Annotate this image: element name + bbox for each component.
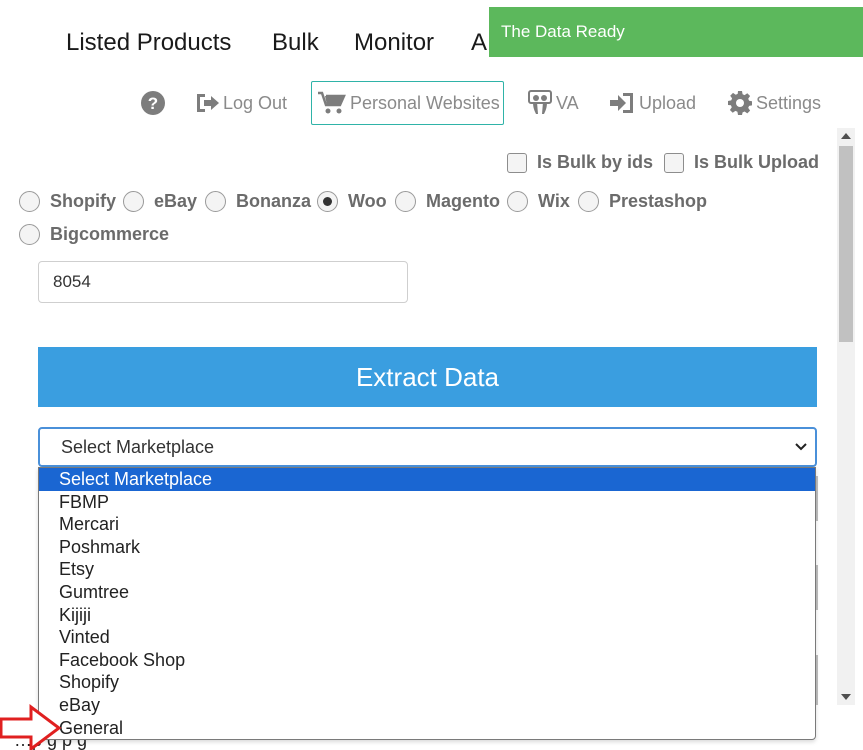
radio-label: Bonanza xyxy=(236,191,312,211)
bulk-upload-label: Is Bulk Upload xyxy=(694,152,820,172)
radio-label: Wix xyxy=(538,191,570,211)
dropdown-option-facebook-shop[interactable]: Facebook Shop xyxy=(39,649,815,672)
dropdown-option-fbmp[interactable]: FBMP xyxy=(39,491,815,514)
personal-websites-button[interactable]: Personal Websites xyxy=(318,90,500,116)
sign-in-icon xyxy=(610,93,633,113)
radio-magento[interactable]: Magento xyxy=(395,191,500,212)
dropdown-option-select-marketplace[interactable]: Select Marketplace xyxy=(39,468,815,491)
scroll-up-icon[interactable] xyxy=(841,133,851,139)
dropdown-option-shopify[interactable]: Shopify xyxy=(39,671,815,694)
behind-divider xyxy=(816,655,818,705)
radio-button[interactable] xyxy=(123,191,144,212)
scroll-down-icon[interactable] xyxy=(841,694,851,700)
bulk-by-ids-label: Is Bulk by ids xyxy=(537,152,654,172)
radio-button[interactable] xyxy=(578,191,599,212)
dropdown-option-kijiji[interactable]: Kijiji xyxy=(39,604,815,627)
radio-button[interactable] xyxy=(19,191,40,212)
radio-bigcommerce[interactable]: Bigcommerce xyxy=(19,224,169,245)
slideshare-icon xyxy=(528,90,552,114)
upload-label: Upload xyxy=(639,92,697,113)
radio-label: Magento xyxy=(426,191,500,211)
toast-message: The Data Ready xyxy=(501,22,625,41)
personal-websites-label: Personal Websites xyxy=(350,92,500,113)
vertical-scrollbar[interactable] xyxy=(837,128,855,705)
radio-label: eBay xyxy=(154,191,198,211)
settings-button[interactable]: Settings xyxy=(728,90,821,116)
radio-label: Shopify xyxy=(50,191,116,211)
checkbox-box[interactable] xyxy=(507,152,527,173)
marketplace-select[interactable]: Select Marketplace xyxy=(38,427,817,467)
va-button[interactable]: VA xyxy=(528,90,579,116)
dropdown-option-ebay[interactable]: eBay xyxy=(39,694,815,717)
dropdown-option-etsy[interactable]: Etsy xyxy=(39,558,815,581)
nav-listed-products[interactable]: Listed Products xyxy=(66,29,231,57)
va-label: VA xyxy=(556,92,579,113)
radio-label: Prestashop xyxy=(609,191,708,211)
marketplace-dropdown-list: Select Marketplace FBMP Mercari Poshmark… xyxy=(38,467,816,740)
extract-data-button[interactable]: Extract Data xyxy=(38,347,817,407)
logout-button[interactable]: Log Out xyxy=(195,90,287,116)
nav-bulk[interactable]: Bulk xyxy=(272,29,319,57)
radio-button-selected[interactable] xyxy=(317,191,338,212)
radio-bonanza[interactable]: Bonanza xyxy=(205,191,311,212)
svg-text:?: ? xyxy=(148,94,158,113)
dropdown-option-poshmark[interactable]: Poshmark xyxy=(39,536,815,559)
radio-wix[interactable]: Wix xyxy=(507,191,570,212)
radio-label: Bigcommerce xyxy=(50,224,170,244)
gear-icon xyxy=(728,91,752,115)
radio-label: Woo xyxy=(348,191,387,211)
behind-divider xyxy=(816,565,818,610)
nav-truncated-item[interactable]: A xyxy=(471,29,487,57)
radio-button[interactable] xyxy=(507,191,528,212)
dropdown-option-general[interactable]: General xyxy=(39,717,815,739)
dropdown-option-vinted[interactable]: Vinted xyxy=(39,626,815,649)
marketplace-select-value: Select Marketplace xyxy=(61,437,215,457)
scrollbar-thumb[interactable] xyxy=(839,146,853,342)
dropdown-option-gumtree[interactable]: Gumtree xyxy=(39,581,815,604)
sign-out-icon xyxy=(197,94,219,112)
help-button[interactable]: ? xyxy=(141,90,165,116)
radio-button[interactable] xyxy=(395,191,416,212)
radio-woo[interactable]: Woo xyxy=(317,191,387,212)
settings-label: Settings xyxy=(756,92,822,113)
upload-button[interactable]: Upload xyxy=(609,90,696,116)
radio-button[interactable] xyxy=(19,224,40,245)
radio-prestashop[interactable]: Prestashop xyxy=(578,191,707,212)
behind-divider xyxy=(816,476,818,521)
chevron-down-icon xyxy=(795,443,807,451)
bulk-upload-checkbox[interactable]: Is Bulk Upload xyxy=(664,152,819,173)
shopping-cart-icon xyxy=(318,91,346,114)
toast-notification: The Data Ready xyxy=(489,7,863,57)
toolbar: ? Log Out Personal Websites VA Upload Se… xyxy=(0,80,863,128)
radio-button[interactable] xyxy=(205,191,226,212)
product-id-input[interactable]: 8054 xyxy=(38,261,408,303)
nav-monitor[interactable]: Monitor xyxy=(354,29,434,57)
radio-ebay[interactable]: eBay xyxy=(123,191,197,212)
dropdown-option-mercari[interactable]: Mercari xyxy=(39,513,815,536)
question-circle-icon: ? xyxy=(141,91,165,115)
checkbox-box[interactable] xyxy=(664,152,684,173)
red-arrow-icon xyxy=(0,704,62,750)
bulk-by-ids-checkbox[interactable]: Is Bulk by ids xyxy=(507,152,653,173)
logout-label: Log Out xyxy=(223,92,288,113)
radio-shopify[interactable]: Shopify xyxy=(19,191,116,212)
